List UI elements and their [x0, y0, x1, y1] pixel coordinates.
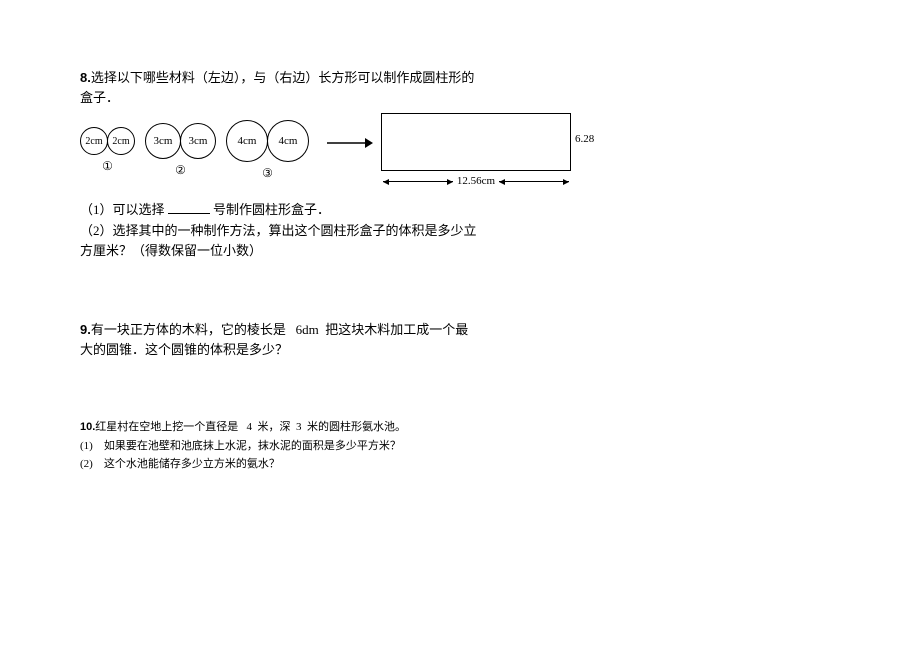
circle-3b: 4cm: [267, 120, 309, 162]
q10-text-a: 红星村在空地上挖一个直径是: [95, 421, 238, 433]
q10-text-b: 米，深: [258, 421, 291, 433]
rect-height-value: 6.28: [575, 131, 594, 148]
dim-arrow-left-icon: [383, 181, 453, 182]
q9-text-a: 有一块正方体的木料，它的棱长是: [91, 322, 286, 337]
q8-sub1-a: （1）可以选择: [80, 202, 168, 217]
arrow-icon: [327, 135, 373, 155]
q10-sub1: (1) 如果要在池壁和池底抹上水泥，抹水泥的面积是多少平方米？: [80, 438, 840, 455]
q8-intro: 8.选择以下哪些材料（左边），与（右边）长方形可以制作成圆柱形的盒子．: [80, 68, 480, 107]
q8-sub1-b: 号制作圆柱形盒子．: [210, 202, 330, 217]
q10-v2: 3: [296, 421, 302, 433]
q8-sub2: （2）选择其中的一种制作方法，算出这个圆柱形盒子的体积是多少立方厘米？（得数保留…: [80, 221, 480, 260]
rectangle: [381, 113, 571, 171]
problem-8: 8.选择以下哪些材料（左边），与（右边）长方形可以制作成圆柱形的盒子． 2cm …: [80, 68, 840, 260]
rect-width-dim: 12.56cm: [383, 173, 569, 190]
circle-option-1: 2cm 2cm ①: [80, 127, 135, 175]
circle-2a: 3cm: [145, 123, 181, 159]
rect-width-value: 12.56cm: [453, 173, 499, 190]
circle-3a: 4cm: [226, 120, 268, 162]
option-3-label: ③: [262, 164, 273, 182]
circle-option-2: 3cm 3cm ②: [145, 123, 216, 179]
problem-10: 10.红星村在空地上挖一个直径是 4 米，深 3 米的圆柱形氨水池。 (1) 如…: [80, 419, 840, 473]
q8-number: 8.: [80, 70, 91, 85]
q10-v1: 4: [247, 421, 253, 433]
circle-option-3: 4cm 4cm ③: [226, 120, 309, 182]
q10-number: 10.: [80, 421, 95, 433]
q10-text-c: 米的圆柱形氨水池。: [307, 421, 406, 433]
q8-figure: 2cm 2cm ① 3cm 3cm ② 4cm 4cm ③: [80, 113, 840, 190]
circle-1a: 2cm: [80, 127, 108, 155]
circle-2b: 3cm: [180, 123, 216, 159]
q8-sub1: （1）可以选择 号制作圆柱形盒子．: [80, 200, 840, 220]
q9-number: 9.: [80, 322, 91, 337]
q8-intro-text: 选择以下哪些材料（左边），与（右边）长方形可以制作成圆柱形的盒子．: [80, 70, 474, 105]
q9-value: 6dm: [296, 322, 319, 337]
fill-blank[interactable]: [168, 201, 210, 214]
rectangle-wrap: 12.56cm 6.28: [381, 113, 594, 190]
dim-arrow-right-icon: [499, 181, 569, 182]
circle-1b: 2cm: [107, 127, 135, 155]
option-1-label: ①: [102, 157, 113, 175]
option-2-label: ②: [175, 161, 186, 179]
problem-9: 9.有一块正方体的木料，它的棱长是 6dm 把这块木料加工成一个最大的圆锥．这个…: [80, 320, 480, 359]
q10-sub2: (2) 这个水池能储存多少立方米的氨水？: [80, 456, 840, 473]
